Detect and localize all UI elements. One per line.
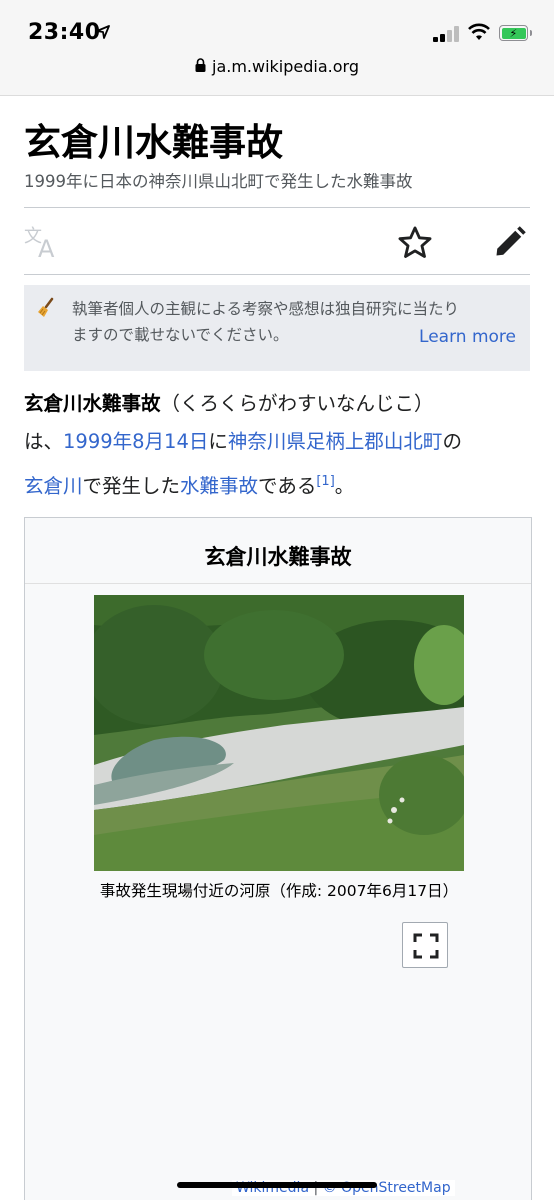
text-end: である bbox=[258, 474, 317, 498]
signal-icon bbox=[433, 26, 461, 42]
address-bar[interactable]: ja.m.wikipedia.org bbox=[0, 56, 554, 86]
date-link[interactable]: 1999年8月14日 bbox=[63, 430, 208, 453]
learn-more-link[interactable]: Learn more bbox=[419, 327, 516, 347]
edit-pencil-icon[interactable] bbox=[492, 224, 528, 264]
notice-line-1: 執筆者個人の主観による考察や感想は独自研究に当たり bbox=[72, 300, 460, 318]
fullscreen-button[interactable] bbox=[402, 922, 448, 968]
url-text: ja.m.wikipedia.org bbox=[212, 57, 359, 76]
kanagawa-link[interactable]: 神奈川県 bbox=[228, 430, 306, 453]
page-description: 1999年に日本の神奈川県山北町で発生した水難事故 bbox=[24, 172, 413, 191]
translate-icon[interactable]: 文 A bbox=[24, 224, 64, 264]
ashigarakami-link[interactable]: 足柄上郡 bbox=[306, 430, 384, 453]
star-icon[interactable] bbox=[396, 224, 434, 266]
riverbed-photo[interactable] bbox=[94, 595, 464, 871]
lock-icon bbox=[195, 57, 206, 76]
text-mid: で発生した bbox=[82, 474, 181, 498]
browser-top-bar: 23:40 ⚡ ja.m.wikipedia.org bbox=[0, 0, 554, 96]
battery-icon: ⚡ bbox=[499, 25, 532, 41]
yamakita-link[interactable]: 山北町 bbox=[384, 430, 443, 453]
broom-icon bbox=[36, 297, 58, 323]
notice-banner: 執筆者個人の主観による考察や感想は独自研究に当たり ますので載せないでください。… bbox=[24, 285, 530, 371]
reading: （くろくらがわすいなんじこ） bbox=[160, 392, 434, 415]
article-content: 玄倉川水難事故 1999年に日本の神奈川県山北町で発生した水難事故 文 A 執筆… bbox=[24, 96, 530, 506]
bold-term: 玄倉川水難事故 bbox=[24, 392, 161, 415]
status-time: 23:40 bbox=[28, 20, 101, 45]
infobox: 玄倉川水難事故 事故発生現場付近の河原（作成: 2007年6月17日） Wiki… bbox=[24, 517, 532, 1200]
infobox-title: 玄倉川水難事故 bbox=[25, 518, 531, 584]
wifi-icon bbox=[467, 22, 491, 46]
svg-text:A: A bbox=[38, 235, 55, 260]
page-actions: 文 A bbox=[24, 207, 530, 275]
fullscreen-icon bbox=[403, 933, 449, 973]
page-title: 玄倉川水難事故 bbox=[24, 120, 283, 164]
reference-link[interactable]: [1] bbox=[316, 474, 334, 489]
text-wa: は、 bbox=[24, 430, 64, 453]
home-indicator[interactable] bbox=[177, 1182, 377, 1188]
kurokura-river-link[interactable]: 玄倉川 bbox=[24, 475, 83, 498]
lead-paragraph: 玄倉川水難事故（くろくらがわすいなんじこ） は、1999年8月14日に神奈川県足柄… bbox=[24, 385, 530, 506]
water-accident-link[interactable]: 水難事故 bbox=[180, 475, 258, 498]
text-period: 。 bbox=[334, 474, 355, 498]
text-ni: に bbox=[208, 430, 228, 453]
location-arrow-icon bbox=[96, 24, 110, 43]
text-no: の bbox=[442, 430, 462, 453]
photo-caption: 事故発生現場付近の河原（作成: 2007年6月17日） bbox=[99, 882, 459, 900]
